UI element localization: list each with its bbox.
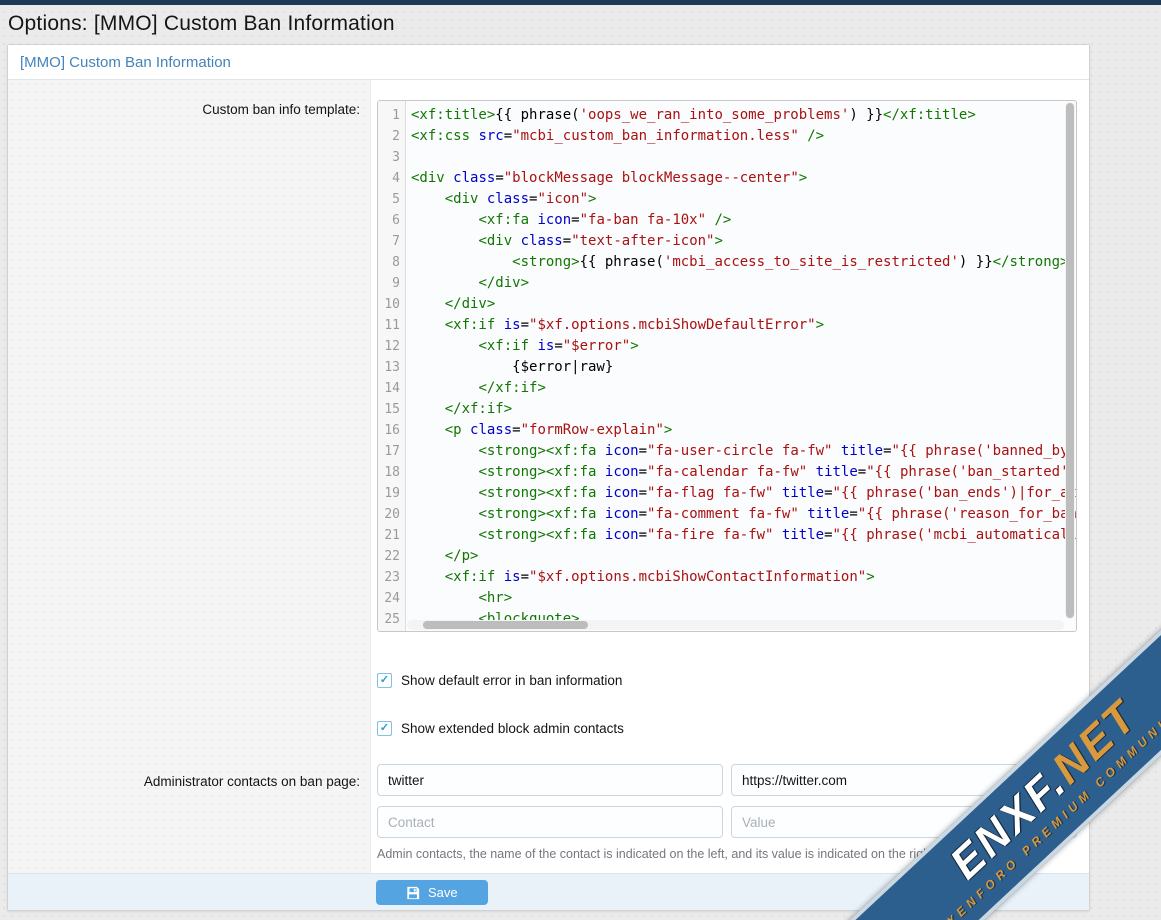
line-number: 19 — [378, 483, 400, 504]
code-editor[interactable]: 1234567891011121314151617181920212223242… — [377, 100, 1077, 632]
code-line: </p> — [411, 546, 1076, 567]
editor-code[interactable]: <xf:title>{{ phrase('oops_we_ran_into_so… — [406, 101, 1076, 631]
form-row-template: Custom ban info template: 12345678910111… — [8, 80, 1089, 656]
save-icon — [406, 886, 420, 900]
code-line: <strong><xf:fa icon="fa-fire fa-fw" titl… — [411, 525, 1076, 546]
line-number: 3 — [378, 147, 400, 168]
panel-header: [MMO] Custom Ban Information — [8, 45, 1089, 80]
empty-label-col — [8, 656, 371, 704]
editor-gutter: 1234567891011121314151617181920212223242… — [378, 101, 406, 631]
code-line: <xf:title>{{ phrase('oops_we_ran_into_so… — [411, 105, 1076, 126]
code-line: <xf:if is="$error"> — [411, 336, 1076, 357]
code-line: <div class="icon"> — [411, 189, 1076, 210]
line-number: 13 — [378, 357, 400, 378]
code-line: <xf:css src="mcbi_custom_ban_information… — [411, 126, 1076, 147]
form-row-admin-contacts: Administrator contacts on ban page: Admi… — [8, 752, 1089, 873]
code-line: {$error|raw} — [411, 357, 1076, 378]
line-number: 23 — [378, 567, 400, 588]
line-number: 14 — [378, 378, 400, 399]
line-number: 22 — [378, 546, 400, 567]
page-title: Options: [MMO] Custom Ban Information — [0, 5, 1161, 44]
line-number: 24 — [378, 588, 400, 609]
code-line: <strong><xf:fa icon="fa-calendar fa-fw" … — [411, 462, 1076, 483]
contacts-grid — [377, 764, 1077, 838]
form-row-show-extended-contacts: ✓ Show extended block admin contacts — [8, 704, 1089, 752]
checkbox-checked-icon[interactable]: ✓ — [377, 673, 392, 688]
checkbox-show-extended-contacts[interactable]: ✓ Show extended block admin contacts — [377, 721, 624, 736]
line-number: 21 — [378, 525, 400, 546]
code-line: <strong><xf:fa icon="fa-user-circle fa-f… — [411, 441, 1076, 462]
line-number: 8 — [378, 252, 400, 273]
code-line: <xf:fa icon="fa-ban fa-10x" /> — [411, 210, 1076, 231]
template-label: Custom ban info template: — [202, 102, 360, 117]
checkbox-label-show-default-error: Show default error in ban information — [401, 673, 622, 688]
line-number: 11 — [378, 315, 400, 336]
save-bar: Save — [8, 873, 1089, 910]
save-button-label: Save — [428, 885, 458, 900]
horizontal-scroll-thumb[interactable] — [423, 621, 588, 629]
line-number: 17 — [378, 441, 400, 462]
contacts-label-col: Administrator contacts on ban page: — [8, 752, 371, 873]
contact-value-input-2[interactable] — [731, 806, 1077, 838]
options-panel: [MMO] Custom Ban Information Custom ban … — [7, 44, 1090, 911]
code-line — [411, 147, 1076, 168]
checkbox-show-default-error[interactable]: ✓ Show default error in ban information — [377, 673, 622, 688]
line-number: 15 — [378, 399, 400, 420]
check-icon: ✓ — [380, 723, 389, 734]
empty-label-col — [8, 704, 371, 752]
line-number: 16 — [378, 420, 400, 441]
panel-header-title: [MMO] Custom Ban Information — [20, 54, 231, 71]
code-line: <div class="blockMessage blockMessage--c… — [411, 168, 1076, 189]
template-content-col: 1234567891011121314151617181920212223242… — [371, 80, 1089, 656]
code-line: <strong><xf:fa icon="fa-comment fa-fw" t… — [411, 504, 1076, 525]
code-line: </div> — [411, 273, 1076, 294]
code-line: <p class="formRow-explain"> — [411, 420, 1076, 441]
line-number: 6 — [378, 210, 400, 231]
code-line: </div> — [411, 294, 1076, 315]
contacts-explain-text: Admin contacts, the name of the contact … — [377, 847, 1077, 861]
code-line: </xf:if> — [411, 378, 1076, 399]
code-line: <xf:if is="$xf.options.mcbiShowContactIn… — [411, 567, 1076, 588]
line-number: 5 — [378, 189, 400, 210]
vertical-scroll-thumb[interactable] — [1066, 103, 1074, 618]
line-number: 2 — [378, 126, 400, 147]
line-number: 10 — [378, 294, 400, 315]
code-line: <strong><xf:fa icon="fa-flag fa-fw" titl… — [411, 483, 1076, 504]
line-number: 18 — [378, 462, 400, 483]
contact-value-input-1[interactable] — [731, 764, 1077, 796]
contact-name-input-1[interactable] — [377, 764, 723, 796]
line-number: 7 — [378, 231, 400, 252]
check-icon: ✓ — [380, 675, 389, 686]
checkbox-checked-icon[interactable]: ✓ — [377, 721, 392, 736]
template-label-col: Custom ban info template: — [8, 80, 371, 656]
line-number: 1 — [378, 105, 400, 126]
code-line: <strong>{{ phrase('mcbi_access_to_site_i… — [411, 252, 1076, 273]
code-line: <div class="text-after-icon"> — [411, 231, 1076, 252]
line-number: 4 — [378, 168, 400, 189]
line-number: 12 — [378, 336, 400, 357]
line-number: 25 — [378, 609, 400, 630]
contact-name-input-2[interactable] — [377, 806, 723, 838]
code-line: <xf:if is="$xf.options.mcbiShowDefaultEr… — [411, 315, 1076, 336]
line-number: 20 — [378, 504, 400, 525]
editor-vertical-scrollbar[interactable] — [1065, 102, 1075, 619]
contacts-label: Administrator contacts on ban page: — [144, 774, 360, 789]
line-number: 9 — [378, 273, 400, 294]
form-row-show-default-error: ✓ Show default error in ban information — [8, 656, 1089, 704]
editor-horizontal-scrollbar[interactable] — [407, 620, 1064, 630]
save-button[interactable]: Save — [376, 880, 488, 905]
checkbox-label-show-extended-contacts: Show extended block admin contacts — [401, 721, 624, 736]
code-line: </xf:if> — [411, 399, 1076, 420]
code-line: <hr> — [411, 588, 1076, 609]
